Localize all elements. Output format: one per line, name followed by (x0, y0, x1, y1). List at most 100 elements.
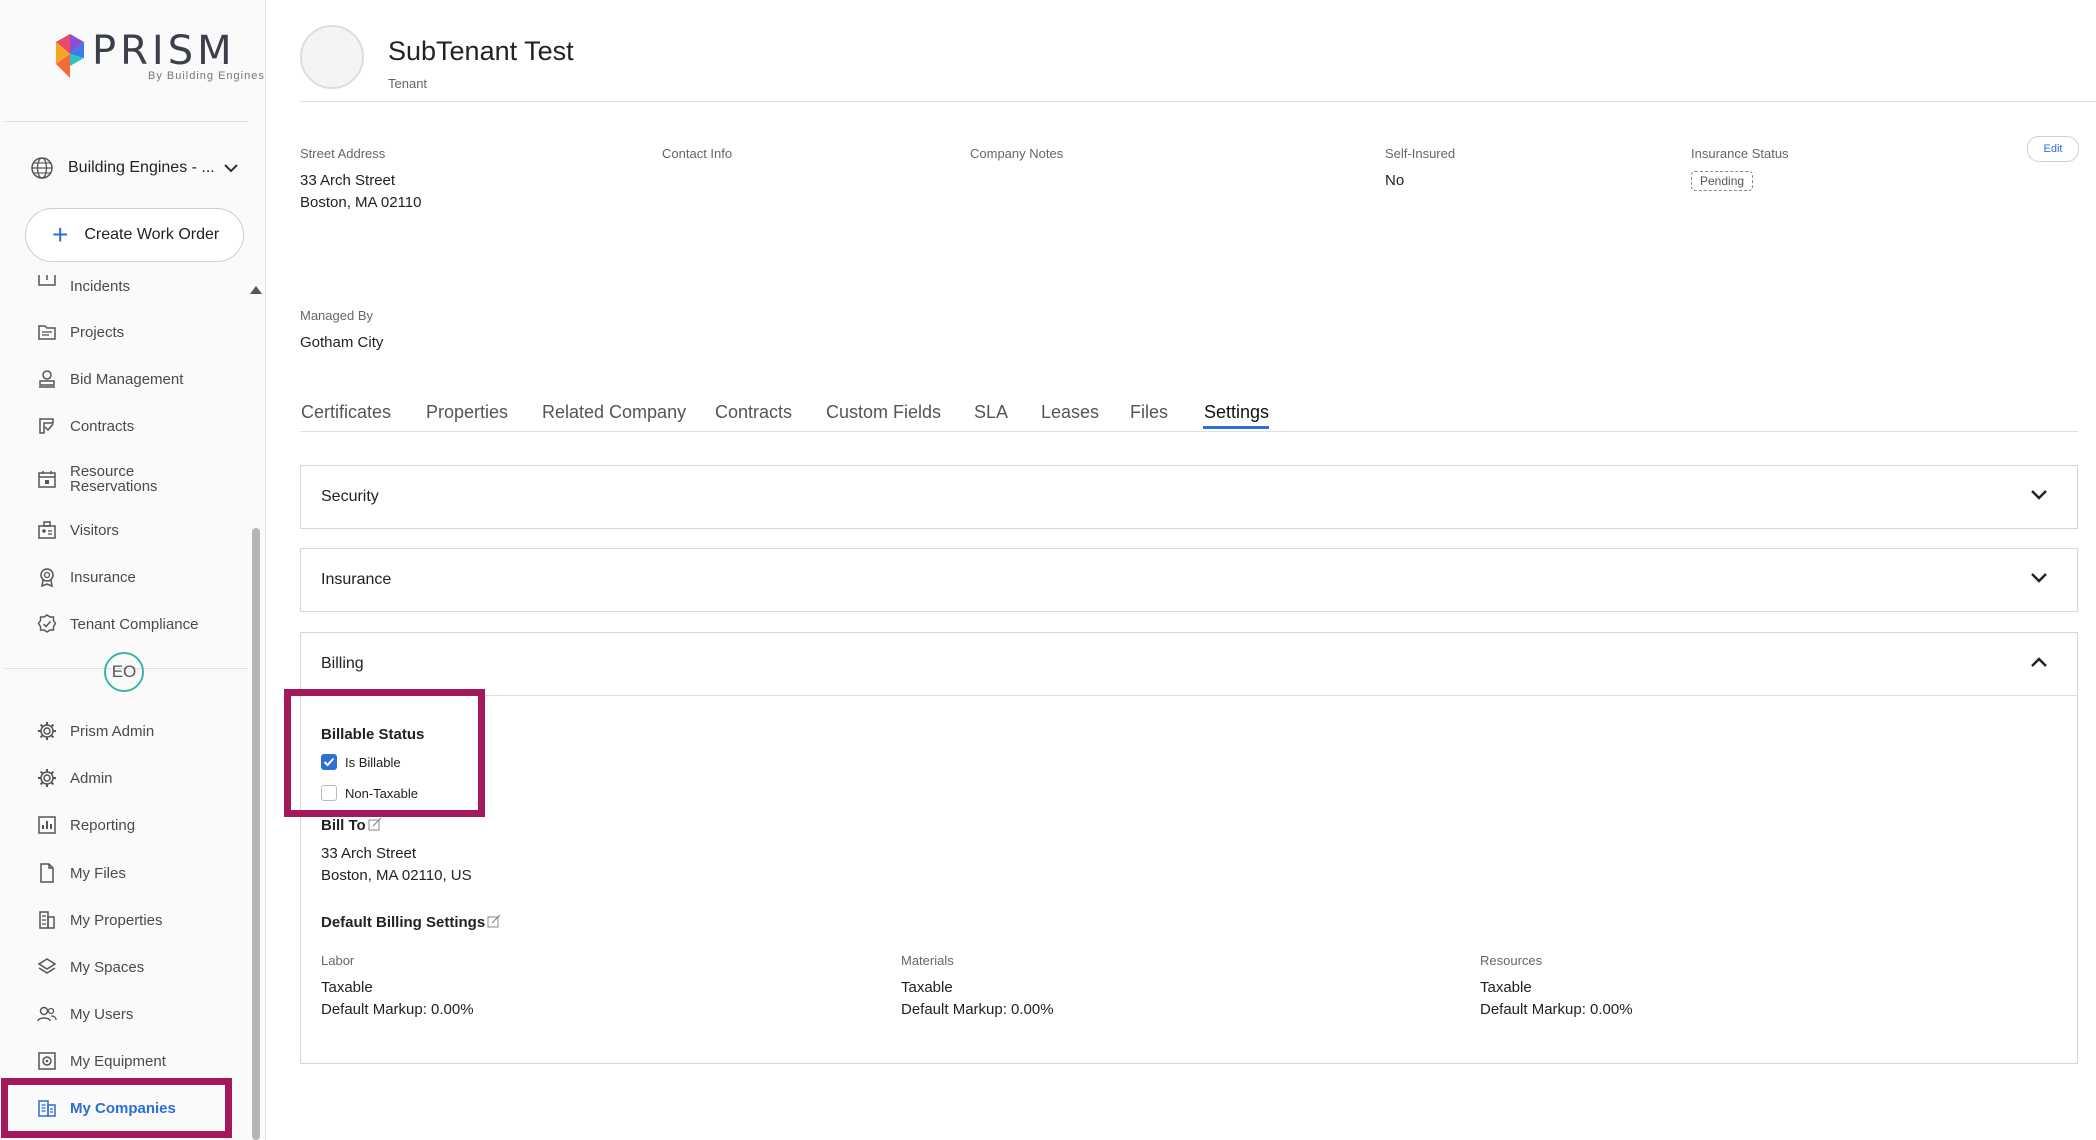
labor-markup: Default Markup: 0.00% (321, 1001, 474, 1018)
materials-markup: Default Markup: 0.00% (901, 1001, 1054, 1018)
security-panel-header[interactable]: Security (301, 466, 2077, 528)
billing-divider (301, 695, 2077, 696)
edit-billing-settings-icon[interactable] (487, 914, 501, 928)
equipment-icon (38, 1052, 56, 1070)
default-billing-settings-label: Default Billing Settings (321, 914, 486, 931)
reporting-icon (38, 816, 56, 834)
sidebar-divider (5, 121, 248, 122)
labor-tax: Taxable (321, 979, 373, 996)
sidebar-item-label: Incidents (70, 277, 131, 295)
sidebar-item-label: Insurance (70, 568, 136, 586)
insurance-icon (40, 568, 54, 588)
incidents-icon (38, 275, 56, 286)
chevron-down-icon (224, 164, 238, 173)
sidebar-item-label: Admin (70, 769, 113, 787)
tab-contracts[interactable]: Contracts (715, 402, 792, 423)
page-title: SubTenant Test (388, 36, 574, 66)
building-selector[interactable]: Building Engines - ... (30, 152, 245, 184)
security-panel-title: Security (321, 488, 379, 505)
sidebar-item-label: Visitors (70, 521, 119, 539)
tab-properties[interactable]: Properties (426, 402, 508, 423)
create-work-order-label: Create Work Order (84, 226, 220, 243)
visitors-icon (38, 521, 56, 539)
compliance-icon (37, 614, 57, 633)
sidebar-item-my-companies[interactable]: My Companies (36, 1097, 176, 1119)
insurance-panel-header[interactable]: Insurance (301, 549, 2077, 611)
create-work-order-button[interactable]: + Create Work Order (25, 208, 244, 262)
materials-label: Materials (901, 953, 954, 968)
chevron-up-icon (2031, 657, 2047, 667)
billing-panel: Billing Billable Status Is Billable Non-… (300, 632, 2078, 1064)
file-icon (40, 863, 54, 883)
calendar-icon (38, 471, 56, 488)
billing-panel-header[interactable]: Billing (301, 633, 2077, 695)
scroll-up-arrow-icon[interactable] (250, 286, 262, 294)
tab-custom-fields[interactable]: Custom Fields (826, 402, 941, 423)
plus-icon: + (52, 219, 69, 250)
tab-files[interactable]: Files (1130, 402, 1168, 423)
edit-button[interactable]: Edit (2027, 136, 2079, 162)
sidebar-item-label: Reporting (70, 816, 136, 834)
main-content: SubTenant Test Tenant Street Address 33 … (284, 0, 2096, 1140)
non-taxable-checkbox[interactable]: Non-Taxable (321, 785, 418, 801)
sidebar-item-tenant-compliance[interactable]: Tenant Compliance (36, 613, 198, 635)
sidebar-item-admin[interactable]: Admin (36, 767, 113, 789)
tab-sla[interactable]: SLA (974, 402, 1008, 423)
sidebar: PRISM By Building Engines Building Engin… (0, 0, 266, 1140)
insurance-status-label: Insurance Status (1691, 146, 1789, 161)
default-billing-settings-title: Default Billing Settings (321, 914, 501, 931)
managed-by-value: Gotham City (300, 334, 384, 351)
sidebar-item-contracts[interactable]: Contracts (36, 415, 134, 437)
sidebar-item-my-spaces[interactable]: My Spaces (36, 956, 144, 978)
materials-tax: Taxable (901, 979, 953, 996)
sidebar-item-label: Resource Reservations (70, 463, 158, 495)
prism-logo-icon (56, 34, 84, 78)
bill-to-title: Bill To (321, 817, 382, 834)
insurance-panel-title: Insurance (321, 571, 392, 588)
street-address-line1: 33 Arch Street (300, 172, 396, 189)
tab-leases[interactable]: Leases (1041, 402, 1099, 423)
sidebar-item-label: Tenant Compliance (70, 615, 199, 633)
user-avatar[interactable]: EO (104, 652, 144, 692)
companies-icon (38, 1100, 56, 1117)
header-divider (300, 101, 2096, 102)
sidebar-item-label: My Files (70, 864, 126, 882)
bid-management-icon (39, 370, 55, 388)
edit-bill-to-icon[interactable] (368, 817, 382, 831)
resources-tax: Taxable (1480, 979, 1532, 996)
is-billable-checkbox[interactable]: Is Billable (321, 754, 401, 770)
resources-label: Resources (1480, 953, 1543, 968)
sidebar-item-label: Projects (70, 323, 125, 341)
sidebar-item-resource-reservations[interactable]: Resource Reservations (36, 464, 180, 494)
sidebar-item-prism-admin[interactable]: Prism Admin (36, 720, 154, 742)
sidebar-item-visitors[interactable]: Visitors (36, 519, 119, 541)
tab-certificates[interactable]: Certificates (301, 402, 391, 423)
billing-panel-title: Billing (321, 655, 364, 672)
projects-icon (38, 325, 56, 340)
sidebar-item-insurance[interactable]: Insurance (36, 566, 136, 588)
contact-info-label: Contact Info (662, 146, 733, 161)
sidebar-item-my-users[interactable]: My Users (36, 1003, 133, 1025)
sidebar-item-my-properties[interactable]: My Properties (36, 909, 163, 931)
gear-icon (38, 769, 56, 787)
sidebar-item-bid-management[interactable]: Bid Management (36, 368, 183, 390)
sidebar-item-my-files[interactable]: My Files (36, 862, 126, 884)
self-insured-value: No (1385, 172, 1405, 189)
sidebar-item-label: Contracts (70, 417, 135, 435)
sidebar-scrollbar[interactable] (252, 528, 260, 1140)
sidebar-item-label: My Users (70, 1005, 134, 1023)
layers-icon (37, 958, 57, 974)
sidebar-item-projects[interactable]: Projects (36, 321, 124, 343)
logo-text: PRISM (92, 28, 236, 74)
sidebar-item-reporting[interactable]: Reporting (36, 814, 135, 836)
tab-settings[interactable]: Settings (1204, 402, 1269, 423)
managed-by-label: Managed By (300, 308, 373, 323)
labor-label: Labor (321, 953, 355, 968)
tab-related-company[interactable]: Related Company (542, 402, 686, 423)
sidebar-item-my-equipment[interactable]: My Equipment (36, 1050, 166, 1072)
sidebar-item-incidents[interactable]: Incidents (36, 275, 130, 297)
sidebar-item-label: My Spaces (70, 958, 145, 976)
billable-status-title: Billable Status (321, 726, 425, 743)
company-avatar (300, 25, 364, 89)
security-panel: Security (300, 465, 2078, 529)
